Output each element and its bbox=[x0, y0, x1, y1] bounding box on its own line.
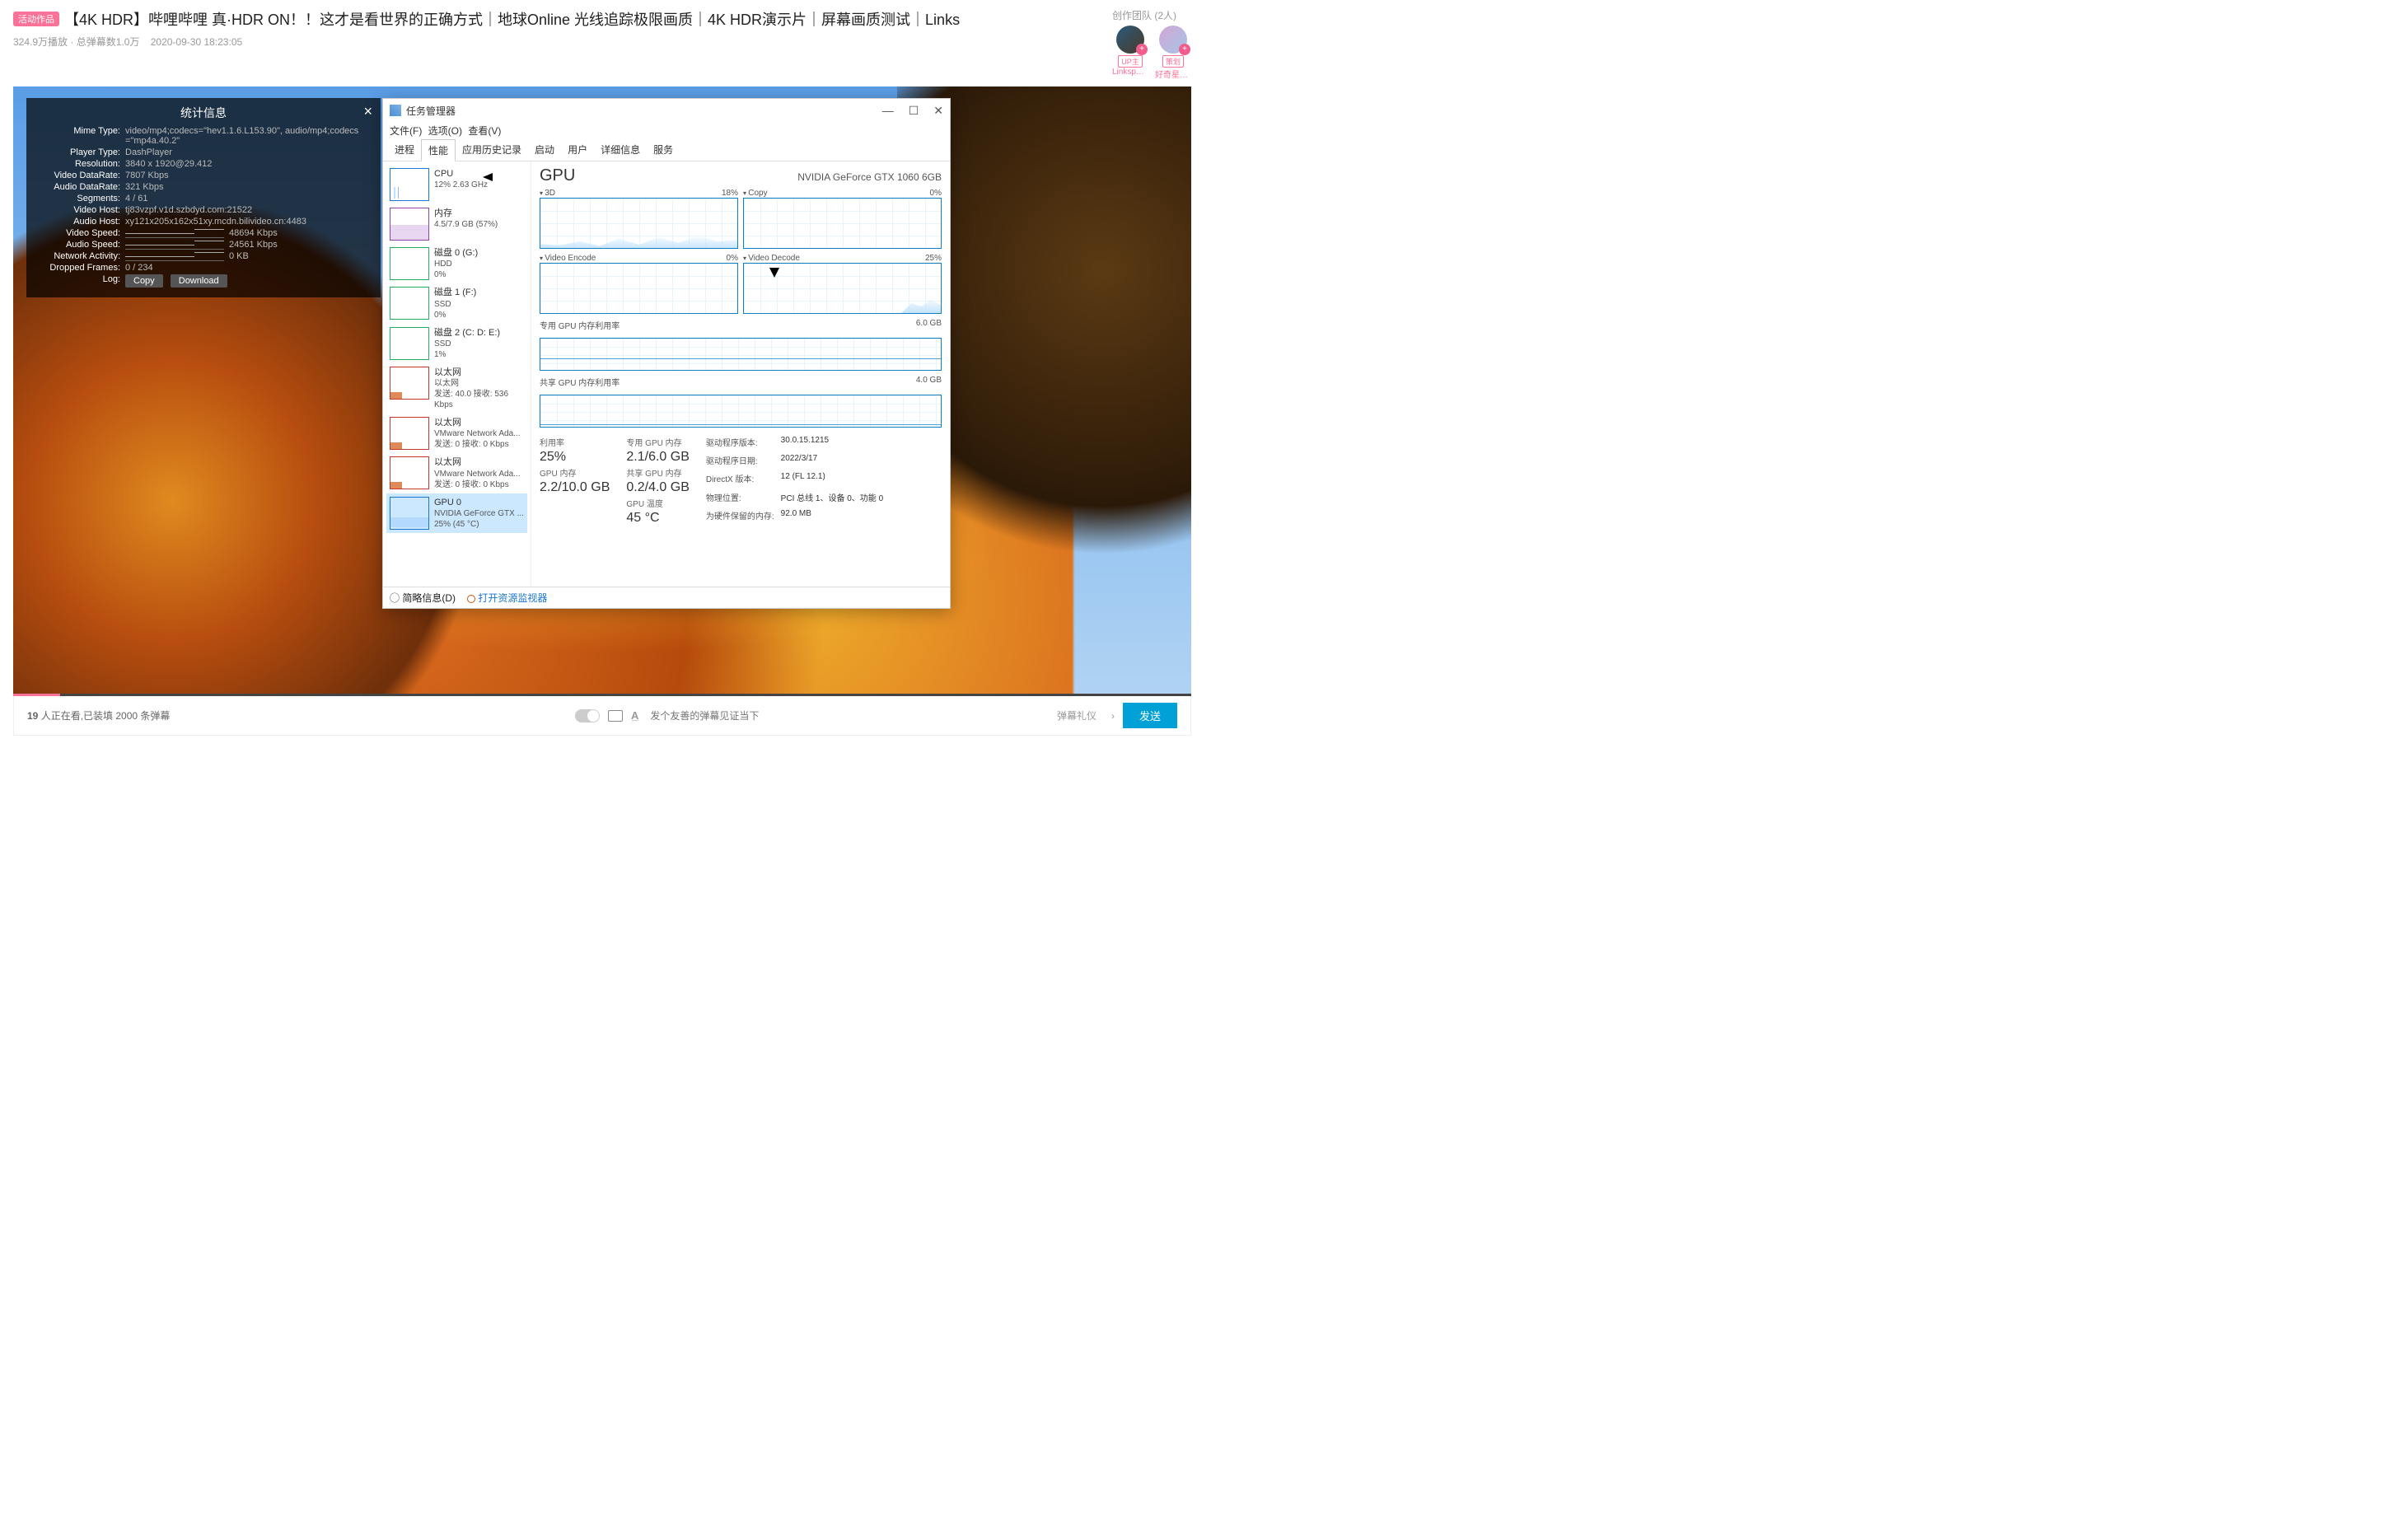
video-player[interactable]: 统计信息 × Mime Type:video/mp4;codecs="hev1.… bbox=[13, 87, 1191, 696]
disk-sparkline-icon bbox=[390, 247, 429, 280]
tab-bar[interactable]: 进程 性能 应用历史记录 启动 用户 详细信息 服务 bbox=[383, 139, 950, 161]
tab-startup[interactable]: 启动 bbox=[528, 139, 561, 161]
performance-sidebar[interactable]: CPU12% 2.63 GHz内存4.5/7.9 GB (57%)磁盘 0 (G… bbox=[383, 161, 531, 587]
tab-performance[interactable]: 性能 bbox=[421, 139, 456, 161]
sidebar-item--[interactable]: 以太网VMware Network Ada... 发送: 0 接收: 0 Kbp… bbox=[386, 453, 527, 493]
video-title: 【4K HDR】哔哩哔哩 真·HDR ON！！这才是看世界的正确方式｜地球Onl… bbox=[64, 8, 960, 30]
window-title: 任务管理器 bbox=[406, 104, 882, 118]
menubar[interactable]: 文件(F) 选项(O) 查看(V) bbox=[383, 122, 950, 139]
danmaku-etiquette[interactable]: 弹幕礼仪 bbox=[1050, 708, 1103, 722]
close-icon[interactable]: ✕ bbox=[933, 104, 943, 118]
chart-3d: 3D18% bbox=[540, 189, 738, 249]
taskmgr-icon bbox=[390, 105, 401, 116]
gpu-util: 25% bbox=[540, 450, 610, 465]
gpu-ded-mem: 2.1/6.0 GB bbox=[626, 450, 690, 465]
sidebar-item--0-g-[interactable]: 磁盘 0 (G:)HDD 0% bbox=[386, 244, 527, 283]
send-button[interactable]: 发送 bbox=[1123, 703, 1177, 728]
sidebar-item--[interactable]: 内存4.5/7.9 GB (57%) bbox=[386, 204, 527, 244]
chart-shared-mem bbox=[540, 395, 942, 428]
gpu-model: NVIDIA GeForce GTX 1060 6GB bbox=[797, 171, 942, 183]
open-resmon-link[interactable]: 打开资源监视器 bbox=[478, 592, 547, 604]
mem-sparkline-icon bbox=[390, 208, 429, 241]
tab-services[interactable]: 服务 bbox=[647, 139, 680, 161]
gpu-temp: 45 °C bbox=[626, 511, 690, 526]
tab-apphistory[interactable]: 应用历史记录 bbox=[456, 139, 528, 161]
disk-sparkline-icon bbox=[390, 327, 429, 360]
resmon-icon bbox=[467, 595, 475, 603]
chart-copy: Copy0% bbox=[743, 189, 942, 249]
sidebar-item--1-f-[interactable]: 磁盘 1 (F:)SSD 0% bbox=[386, 283, 527, 323]
sidebar-item-cpu[interactable]: CPU12% 2.63 GHz bbox=[386, 165, 527, 204]
gpu-shr-mem: 0.2/4.0 GB bbox=[626, 480, 690, 495]
gpu-info: 驱动程序版本:30.0.15.1215 驱动程序日期:2022/3/17 Dir… bbox=[706, 436, 883, 526]
eth-sparkline-icon bbox=[390, 417, 429, 450]
progress-bar[interactable] bbox=[13, 694, 1191, 696]
copy-button[interactable]: Copy bbox=[125, 274, 163, 288]
download-button[interactable]: Download bbox=[171, 274, 227, 288]
font-style-icon[interactable]: A̲ bbox=[631, 709, 638, 722]
danmaku-toggle[interactable] bbox=[575, 709, 600, 722]
maximize-icon[interactable]: ☐ bbox=[909, 104, 919, 118]
danmaku-input[interactable] bbox=[647, 707, 1042, 725]
close-icon[interactable]: × bbox=[363, 103, 372, 120]
planner-user[interactable]: + 策划 好奇星人… bbox=[1155, 26, 1191, 80]
tab-users[interactable]: 用户 bbox=[561, 139, 594, 161]
publish-date: 2020-09-30 18:23:05 bbox=[151, 36, 242, 48]
chart-video-decode: Video Decode25% bbox=[743, 254, 942, 314]
task-manager-window: 任务管理器 — ☐ ✕ 文件(F) 选项(O) 查看(V) 进程 性能 应用历史… bbox=[382, 98, 951, 609]
sidebar-item--[interactable]: 以太网以太网 发送: 40.0 接收: 536 Kbps bbox=[386, 363, 527, 414]
disk-sparkline-icon bbox=[390, 287, 429, 320]
gpu-sparkline-icon bbox=[390, 497, 429, 530]
player-stats-panel: 统计信息 × Mime Type:video/mp4;codecs="hev1.… bbox=[26, 98, 381, 297]
cpu-sparkline-icon bbox=[390, 168, 429, 201]
follow-plus-icon[interactable]: + bbox=[1136, 44, 1148, 55]
tab-details[interactable]: 详细信息 bbox=[594, 139, 647, 161]
stats-title: 统计信息 bbox=[180, 106, 227, 119]
eth-sparkline-icon bbox=[390, 367, 429, 400]
danmaku-settings-icon[interactable] bbox=[608, 710, 623, 722]
gpu-heading: GPU bbox=[540, 166, 575, 185]
follow-plus-icon[interactable]: + bbox=[1179, 44, 1190, 55]
gpu-mem: 2.2/10.0 GB bbox=[540, 480, 610, 495]
chart-video-encode: Video Encode0% bbox=[540, 254, 738, 314]
sidebar-item--[interactable]: 以太网VMware Network Ada... 发送: 0 接收: 0 Kbp… bbox=[386, 414, 527, 453]
minimize-icon[interactable]: — bbox=[882, 104, 894, 118]
sidebar-item-gpu-0[interactable]: GPU 0NVIDIA GeForce GTX ... 25% (45 °C) bbox=[386, 493, 527, 533]
danmaku-count: 人正在看,已装填 2000 条弹幕 bbox=[41, 710, 171, 722]
uploader-user[interactable]: + UP主 Linksph… bbox=[1112, 26, 1148, 80]
eth-sparkline-icon bbox=[390, 456, 429, 489]
chart-dedicated-mem bbox=[540, 338, 942, 371]
tab-processes[interactable]: 进程 bbox=[388, 139, 421, 161]
team-title: 创作团队 (2人) bbox=[1112, 8, 1191, 22]
play-count: 324.9万播放 · 总弹幕数1.0万 bbox=[13, 36, 139, 48]
activity-badge: 活动作品 bbox=[13, 12, 59, 26]
brief-info-toggle[interactable]: ◯ 简略信息(D) bbox=[390, 591, 456, 605]
sidebar-item--2-c-d-e-[interactable]: 磁盘 2 (C: D: E:)SSD 1% bbox=[386, 324, 527, 363]
